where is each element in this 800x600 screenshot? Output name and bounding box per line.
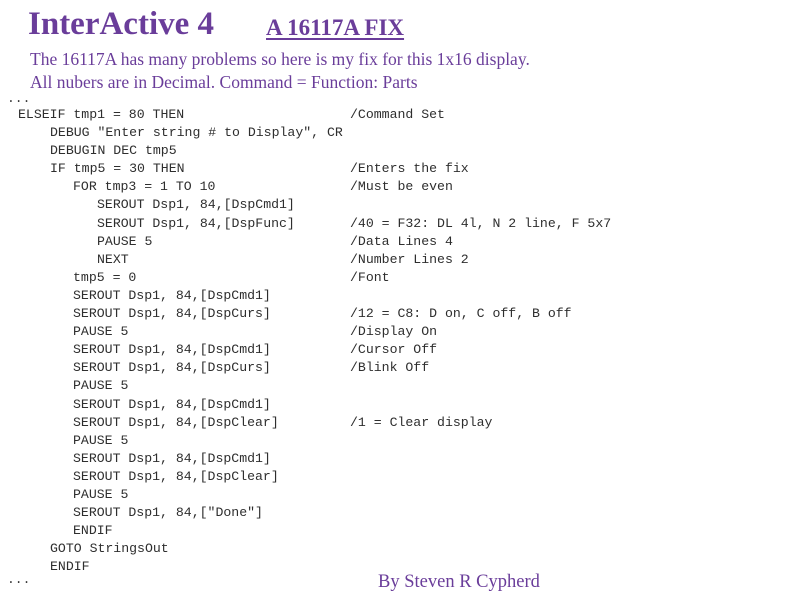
code-line-text: ENDIF	[50, 559, 90, 575]
code-line-comment: /12 = C8: D on, C off, B off	[350, 306, 572, 322]
code-line-comment: /40 = F32: DL 4l, N 2 line, F 5x7	[350, 215, 612, 231]
code-line-text: IF tmp5 = 30 THEN	[50, 161, 185, 177]
code-line: DEBUGIN DEC tmp5	[0, 142, 800, 160]
code-line-text: SEROUT Dsp1, 84,[DspCmd1]	[73, 396, 271, 412]
code-line: SEROUT Dsp1, 84,[DspCmd1]	[0, 287, 800, 305]
title-row: InterActive 4 A 16117A FIX	[28, 4, 788, 46]
code-line-text: ENDIF	[73, 523, 113, 539]
code-line-text: ELSEIF tmp1 = 80 THEN	[18, 107, 185, 122]
code-line-text: PAUSE 5	[73, 324, 129, 340]
code-line: ENDIF	[0, 522, 800, 540]
author-credit: By Steven R Cypherd	[378, 572, 540, 592]
intro-line-2: All nubers are in Decimal. Command = Fun…	[30, 72, 418, 92]
code-line-text: GOTO StringsOut	[50, 541, 169, 557]
code-line-comment: /Blink Off	[350, 360, 430, 376]
code-line: SEROUT Dsp1, 84,[DspCmd1] /Cursor Off	[0, 341, 800, 359]
code-line: SEROUT Dsp1, 84,[DspCurs] /12 = C8: D on,…	[0, 305, 800, 323]
code-line-text: SEROUT Dsp1, 84,[DspCmd1]	[97, 197, 295, 213]
code-continuation-marker-top: ...	[7, 91, 31, 106]
code-line: IF tmp5 = 30 THEN/Enters the fix	[0, 160, 800, 178]
code-line: SEROUT Dsp1, 84,[DspCmd1]	[0, 396, 800, 414]
code-line-text: DEBUG "Enter string # to Display", CR	[50, 125, 343, 141]
code-line-text: NEXT	[97, 251, 129, 267]
code-line-text: SEROUT Dsp1, 84,[DspClear]	[73, 414, 279, 430]
code-line-comment: /Command Set	[350, 107, 445, 122]
code-line: FOR tmp3 = 1 TO 10/Must be even	[0, 178, 800, 196]
code-line-text: SEROUT Dsp1, 84,[DspCurs]	[73, 360, 271, 376]
code-line-text: PAUSE 5	[73, 486, 129, 502]
code-line-comment: /Must be even	[350, 179, 453, 195]
code-line: NEXT/Number Lines 2	[0, 251, 800, 269]
code-line: SEROUT Dsp1, 84,[DspCmd1]	[0, 450, 800, 468]
code-line: PAUSE 5/Display On	[0, 323, 800, 341]
code-line-text: SEROUT Dsp1, 84,["Done"]	[73, 505, 263, 521]
code-line-text: SEROUT Dsp1, 84,[DspCmd1]	[73, 342, 271, 358]
code-line-comment: /Display On	[350, 324, 438, 340]
code-line-comment: /Cursor Off	[350, 342, 438, 358]
code-line-comment: /Font	[350, 269, 390, 285]
code-line-text: PAUSE 5	[97, 233, 153, 249]
code-line-comment: /Data Lines 4	[350, 233, 453, 249]
code-line-text: SEROUT Dsp1, 84,[DspCurs]	[73, 306, 271, 322]
code-line-comment: /Enters the fix	[350, 161, 469, 177]
code-line: SEROUT Dsp1, 84,[DspCurs] /Blink Off	[0, 359, 800, 377]
code-line-text: PAUSE 5	[73, 432, 129, 448]
code-line: SEROUT Dsp1, 84,[DspClear]	[0, 468, 800, 486]
code-line: tmp5 = 0/Font	[0, 269, 800, 287]
code-line-text: SEROUT Dsp1, 84,[DspCmd1]	[73, 450, 271, 466]
code-line: PAUSE 5	[0, 486, 800, 504]
code-line-comment: /Number Lines 2	[350, 251, 469, 267]
code-line: DEBUG "Enter string # to Display", CR	[0, 124, 800, 142]
code-line: GOTO StringsOut	[0, 540, 800, 558]
code-line-text: SEROUT Dsp1, 84,[DspClear]	[73, 468, 279, 484]
code-line-text: PAUSE 5	[73, 378, 129, 394]
code-listing: ELSEIF tmp1 = 80 THEN/Command Set DEBUG "…	[0, 106, 800, 576]
code-line-text: FOR tmp3 = 1 TO 10	[73, 179, 216, 195]
code-line: PAUSE 5/Data Lines 4	[0, 233, 800, 251]
code-line: SEROUT Dsp1, 84,["Done"]	[0, 504, 800, 522]
code-line: SEROUT Dsp1, 84,[DspFunc] /40 = F32: DL 4…	[0, 215, 800, 233]
code-line: SEROUT Dsp1, 84,[DspCmd1]	[0, 196, 800, 214]
page-subtitle: A 16117A FIX	[266, 15, 405, 40]
code-line-text: DEBUGIN DEC tmp5	[50, 143, 177, 159]
code-line: PAUSE 5	[0, 432, 800, 450]
code-line: SEROUT Dsp1, 84,[DspClear] /1 = Clear dis…	[0, 414, 800, 432]
code-line-text: SEROUT Dsp1, 84,[DspCmd1]	[73, 287, 271, 303]
page-title: InterActive 4	[28, 6, 215, 42]
intro-line-1: The 16117A has many problems so here is …	[30, 49, 530, 69]
code-line: PAUSE 5	[0, 377, 800, 395]
intro-text-block: The 16117A has many problems so here is …	[30, 48, 770, 94]
code-line-comment: /1 = Clear display	[350, 414, 493, 430]
code-line-text: SEROUT Dsp1, 84,[DspFunc]	[97, 215, 295, 231]
code-line-text: tmp5 = 0	[73, 269, 137, 285]
code-line: ELSEIF tmp1 = 80 THEN/Command Set	[0, 106, 800, 124]
